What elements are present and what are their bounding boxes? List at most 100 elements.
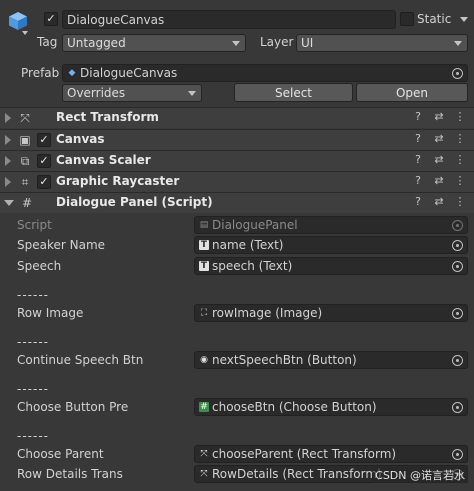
component-enabled-checkbox[interactable]: ✓ [37,154,51,168]
fold-arrow-icon[interactable] [5,135,11,145]
component-graphic-raycaster[interactable]: ⌗ ✓ Graphic Raycaster ? ⇄ ⋮ [0,171,474,192]
choose-button-pre-field[interactable]: # chooseBtn (Choose Button) [194,398,468,416]
object-name-value: DialogueCanvas [67,12,165,27]
separator-text: ------ [17,288,49,302]
open-button[interactable]: Open [356,83,468,102]
component-enabled-checkbox[interactable]: ✓ [37,133,51,147]
row-details-trans-label: Row Details Trans [17,467,123,481]
text-component-icon: T [199,261,209,271]
presets-icon[interactable]: ⇄ [433,110,445,123]
object-picker-icon[interactable] [452,240,463,251]
presets-icon[interactable]: ⇄ [433,174,445,187]
presets-icon[interactable]: ⇄ [433,195,445,208]
help-icon[interactable]: ? [412,153,424,166]
continue-speech-btn-field[interactable]: ◉ nextSpeechBtn (Button) [194,351,468,369]
object-picker-icon[interactable] [452,261,463,272]
component-title: Canvas [56,132,105,146]
prefab-field[interactable]: ◆ DialogueCanvas [62,64,468,82]
overrides-value: Overrides [67,86,126,100]
script-asset-icon: ▤ [199,220,209,230]
fold-arrow-icon[interactable] [5,113,11,123]
cube-dropdown-arrow-icon[interactable] [22,31,28,35]
open-button-label: Open [395,85,429,100]
object-picker-icon[interactable] [452,355,463,366]
graphic-raycaster-icon: ⌗ [21,175,29,189]
choose-button-pre-value: chooseBtn (Choose Button) [212,400,377,414]
object-picker-icon[interactable] [452,308,463,319]
component-title: Canvas Scaler [56,153,151,167]
help-icon[interactable]: ? [412,132,424,145]
help-icon[interactable]: ? [412,195,424,208]
active-checkbox[interactable]: ✓ [44,12,58,26]
presets-icon[interactable]: ⇄ [433,132,445,145]
script-label: Script [17,218,52,232]
layer-label: Layer [260,35,294,49]
speech-value: speech (Text) [212,259,293,273]
component-title: Graphic Raycaster [56,174,180,188]
overrides-dropdown[interactable]: Overrides [62,84,202,102]
row-image-value: rowImage (Image) [212,306,323,320]
speech-label: Speech [17,259,62,273]
script-component-icon: # [199,402,209,412]
script-field: ▤ DialoguePanel [194,216,468,234]
continue-speech-btn-value: nextSpeechBtn (Button) [212,353,357,367]
canvas-icon: ▣ [19,133,31,147]
component-title: Dialogue Panel (Script) [56,195,213,209]
fold-arrow-icon[interactable] [4,200,14,206]
speaker-name-field[interactable]: T name (Text) [194,236,468,254]
component-canvas-scaler[interactable]: ⧉ ✓ Canvas Scaler ? ⇄ ⋮ [0,150,474,171]
more-options-icon[interactable]: ⋮ [454,174,466,187]
help-icon[interactable]: ? [412,174,424,187]
canvas-scaler-icon: ⧉ [20,154,30,168]
separator-text: ------ [17,382,49,396]
object-picker-icon[interactable] [452,449,463,460]
speaker-name-value: name (Text) [212,238,284,252]
component-dialogue-panel-script[interactable]: # Dialogue Panel (Script) ? ⇄ ⋮ [0,192,474,213]
watermark-text: CSDN @诺言若水 [372,467,468,483]
prefab-label: Prefab [21,66,60,80]
component-canvas[interactable]: ▣ ✓ Canvas ? ⇄ ⋮ [0,129,474,150]
rect-transform-icon: ⤧ [200,469,208,479]
text-component-icon: T [199,240,209,250]
row-details-trans-value: RowDetails (Rect Transform) [212,467,382,481]
script-file-icon: # [21,196,33,210]
fold-arrow-icon[interactable] [5,156,11,166]
help-icon[interactable]: ? [412,110,424,123]
more-options-icon[interactable]: ⋮ [454,110,466,123]
row-image-field[interactable]: ⛶ rowImage (Image) [194,304,468,322]
separator-text: ------ [17,335,49,349]
object-picker-icon[interactable] [452,402,463,413]
choose-parent-field[interactable]: ⤧ chooseParent (Rect Transform) [194,445,468,463]
speech-field[interactable]: T speech (Text) [194,257,468,275]
presets-icon[interactable]: ⇄ [433,153,445,166]
component-rect-transform[interactable]: ⤧ Rect Transform ? ⇄ ⋮ [0,107,474,128]
object-picker-icon[interactable] [452,68,463,79]
static-dropdown-arrow-icon[interactable] [460,17,468,22]
choose-parent-label: Choose Parent [17,447,104,461]
select-button[interactable]: Select [234,83,353,102]
prefab-cube-icon: ◆ [68,68,76,78]
tag-value: Untagged [67,36,126,50]
chevron-down-icon [188,91,196,96]
layer-dropdown[interactable]: UI [296,34,468,52]
select-button-label: Select [274,85,313,100]
prefab-value: DialogueCanvas [80,66,178,80]
speaker-name-label: Speaker Name [17,238,106,252]
more-options-icon[interactable]: ⋮ [454,132,466,145]
continue-speech-btn-label: Continue Speech Btn [17,353,144,367]
more-options-icon[interactable]: ⋮ [454,195,466,208]
more-options-icon[interactable]: ⋮ [454,153,466,166]
object-picker-icon [452,220,463,231]
component-enabled-checkbox[interactable]: ✓ [37,175,51,189]
fold-arrow-icon[interactable] [5,177,11,187]
tag-label: Tag [37,35,58,49]
rect-transform-icon: ⤧ [20,111,30,125]
gameobject-cube-icon [7,10,29,32]
chevron-down-icon [232,41,240,46]
image-component-icon: ⛶ [200,308,208,318]
static-checkbox[interactable] [400,12,414,26]
tag-dropdown[interactable]: Untagged [62,34,246,52]
separator-text: ------ [17,429,49,443]
component-title: Rect Transform [56,110,159,124]
object-name-field[interactable]: DialogueCanvas [62,10,396,29]
